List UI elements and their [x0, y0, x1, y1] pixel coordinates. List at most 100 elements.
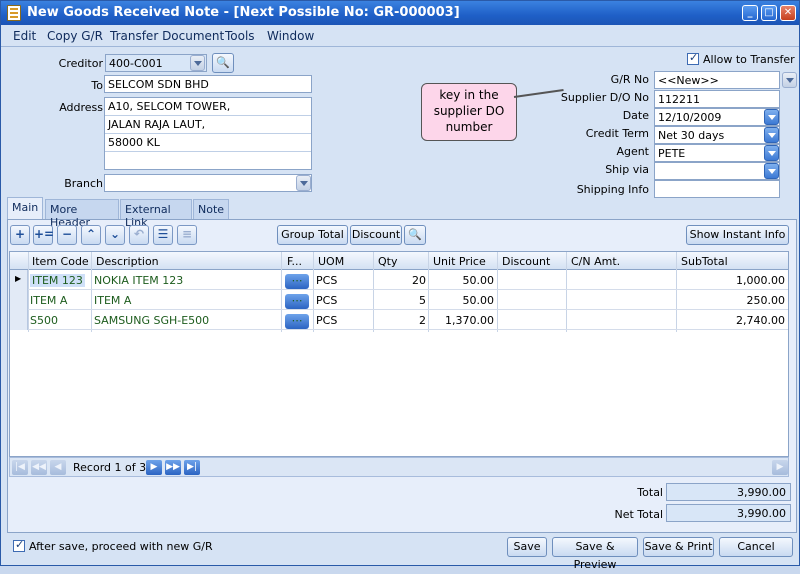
address-field[interactable]: A10, SELCOM TOWER, JALAN RAJA LAUT, 5800… — [104, 97, 312, 170]
cell-subtotal[interactable]: 2,740.00 — [677, 314, 785, 327]
group-total-button[interactable]: Group Total — [277, 225, 348, 245]
table-row[interactable]: ITEM A ITEM A ⋯ PCS 5 50.00 250.00 — [10, 290, 788, 310]
cell-qty[interactable]: 20 — [374, 274, 426, 287]
move-down-icon[interactable]: ⌄ — [105, 225, 125, 245]
current-row-icon: ▶ — [15, 274, 22, 283]
delete-row-icon[interactable]: − — [57, 225, 77, 245]
agent-dropdown-icon[interactable] — [764, 145, 779, 161]
menu-bar: Edit Copy G/R Transfer Document Tools Wi… — [1, 25, 799, 47]
col-item-code[interactable]: Item Code — [32, 255, 89, 268]
subtotal-icon[interactable]: ≡ — [177, 225, 197, 245]
to-field[interactable]: SELCOM SDN BHD — [104, 75, 312, 93]
date-dropdown-icon[interactable] — [764, 109, 779, 125]
cell-unit-price[interactable]: 50.00 — [429, 294, 495, 307]
cell-unit-price[interactable]: 1,370.00 — [429, 314, 494, 327]
row-selector[interactable] — [10, 290, 28, 310]
cell-qty[interactable]: 5 — [374, 294, 426, 307]
agent-field[interactable]: PETE — [654, 144, 780, 162]
prev-record-icon[interactable]: ◀ — [50, 460, 66, 475]
save-print-button[interactable]: Save & Print — [643, 537, 714, 557]
col-unit-price[interactable]: Unit Price — [433, 255, 486, 268]
save-button[interactable]: Save — [507, 537, 547, 557]
row-selector[interactable] — [10, 310, 28, 330]
supplier-do-label: Supplier D/O No — [560, 91, 649, 104]
insert-row-icon[interactable]: += — [33, 225, 54, 245]
table-row[interactable]: S500 SAMSUNG SGH-E500 ⋯ PCS 2 1,370.00 2… — [10, 310, 788, 330]
cell-item-code[interactable]: ITEM A — [30, 294, 67, 307]
ship-via-dropdown-icon[interactable] — [764, 163, 779, 179]
tab-more-header[interactable]: More Header — [45, 199, 119, 229]
menu-window[interactable]: Window — [267, 29, 314, 43]
menu-edit[interactable]: Edit — [13, 29, 36, 43]
save-preview-button[interactable]: Save & Preview — [552, 537, 638, 571]
list-icon[interactable]: ☰ — [153, 225, 173, 245]
creditor-lookup-button[interactable]: 🔍 — [212, 53, 234, 73]
creditor-dropdown-icon[interactable] — [190, 55, 205, 71]
cell-item-code[interactable]: S500 — [30, 314, 58, 327]
cell-uom[interactable]: PCS — [316, 294, 337, 307]
credit-term-field[interactable]: Net 30 days — [654, 126, 780, 144]
col-uom[interactable]: UOM — [318, 255, 344, 268]
credit-term-label: Credit Term — [585, 127, 649, 140]
cell-uom[interactable]: PCS — [316, 314, 337, 327]
branch-label: Branch — [64, 177, 103, 190]
shipping-info-field[interactable] — [654, 180, 780, 198]
col-subtotal[interactable]: SubTotal — [681, 255, 728, 268]
grid-header: Item Code Description F... UOM Qty Unit … — [10, 252, 788, 270]
cell-description[interactable]: SAMSUNG SGH-E500 — [94, 314, 209, 327]
title-bar[interactable]: New Goods Received Note - [Next Possible… — [1, 1, 799, 25]
discount-button[interactable]: Discount — [350, 225, 402, 245]
ship-via-field[interactable] — [654, 162, 780, 180]
branch-dropdown-icon[interactable] — [296, 175, 311, 191]
next-page-icon[interactable]: ▶▶ — [165, 460, 181, 475]
undo-icon[interactable]: ↶ — [129, 225, 149, 245]
record-navigator: |◀ ◀◀ ◀ Record 1 of 3 ▶ ▶▶ ▶| ▶ — [9, 457, 789, 477]
close-button[interactable]: ✕ — [780, 5, 796, 21]
date-field[interactable]: 12/10/2009 — [654, 108, 780, 126]
branch-field[interactable] — [104, 174, 312, 192]
proceed-new-checkbox[interactable] — [13, 538, 25, 552]
row-detail-button[interactable]: ⋯ — [285, 294, 309, 309]
move-up-icon[interactable]: ⌃ — [81, 225, 101, 245]
shipping-info-label: Shipping Info — [576, 183, 649, 196]
gr-no-dropdown-icon[interactable] — [782, 72, 797, 88]
row-detail-button[interactable]: ⋯ — [285, 274, 309, 289]
cell-description[interactable]: ITEM A — [94, 294, 131, 307]
col-discount[interactable]: Discount — [502, 255, 550, 268]
table-row[interactable]: ▶ ITEM 123 NOKIA ITEM 123 ⋯ PCS 20 50.00… — [10, 270, 788, 290]
next-record-icon[interactable]: ▶ — [146, 460, 162, 475]
menu-copy-gr[interactable]: Copy G/R — [47, 29, 103, 43]
cell-description[interactable]: NOKIA ITEM 123 — [94, 274, 183, 287]
cell-uom[interactable]: PCS — [316, 274, 337, 287]
tab-main[interactable]: Main — [7, 197, 43, 219]
tab-external-link[interactable]: External Link — [120, 199, 192, 229]
maximize-button[interactable]: □ — [761, 5, 777, 21]
col-qty[interactable]: Qty — [378, 255, 397, 268]
minimize-button[interactable]: _ — [742, 5, 758, 21]
col-description[interactable]: Description — [96, 255, 159, 268]
supplier-do-field[interactable]: 112211 — [654, 90, 780, 108]
row-detail-button[interactable]: ⋯ — [285, 314, 309, 329]
menu-transfer-document[interactable]: Transfer Document — [110, 29, 224, 43]
tab-note[interactable]: Note — [193, 199, 229, 219]
first-record-icon[interactable]: |◀ — [12, 460, 28, 475]
cell-subtotal[interactable]: 1,000.00 — [677, 274, 785, 287]
allow-transfer-checkbox[interactable] — [687, 51, 699, 65]
col-f[interactable]: F... — [287, 255, 302, 268]
credit-term-dropdown-icon[interactable] — [764, 127, 779, 143]
col-cn-amt[interactable]: C/N Amt. — [571, 255, 620, 268]
gr-no-field[interactable]: <<New>> — [654, 71, 780, 89]
search-button[interactable]: 🔍 — [404, 225, 426, 245]
cell-qty[interactable]: 2 — [374, 314, 426, 327]
cell-unit-price[interactable]: 50.00 — [429, 274, 495, 287]
document-icon — [7, 5, 21, 21]
cell-subtotal[interactable]: 250.00 — [677, 294, 786, 307]
menu-tools[interactable]: Tools — [225, 29, 255, 43]
prev-page-icon[interactable]: ◀◀ — [31, 460, 47, 475]
cell-item-code[interactable]: ITEM 123 — [30, 274, 85, 287]
add-row-icon[interactable]: + — [10, 225, 30, 245]
last-record-icon[interactable]: ▶| — [184, 460, 200, 475]
show-instant-info-button[interactable]: Show Instant Info — [686, 225, 789, 245]
cancel-button[interactable]: Cancel — [719, 537, 793, 557]
scroll-right-icon[interactable]: ▶ — [772, 460, 788, 475]
